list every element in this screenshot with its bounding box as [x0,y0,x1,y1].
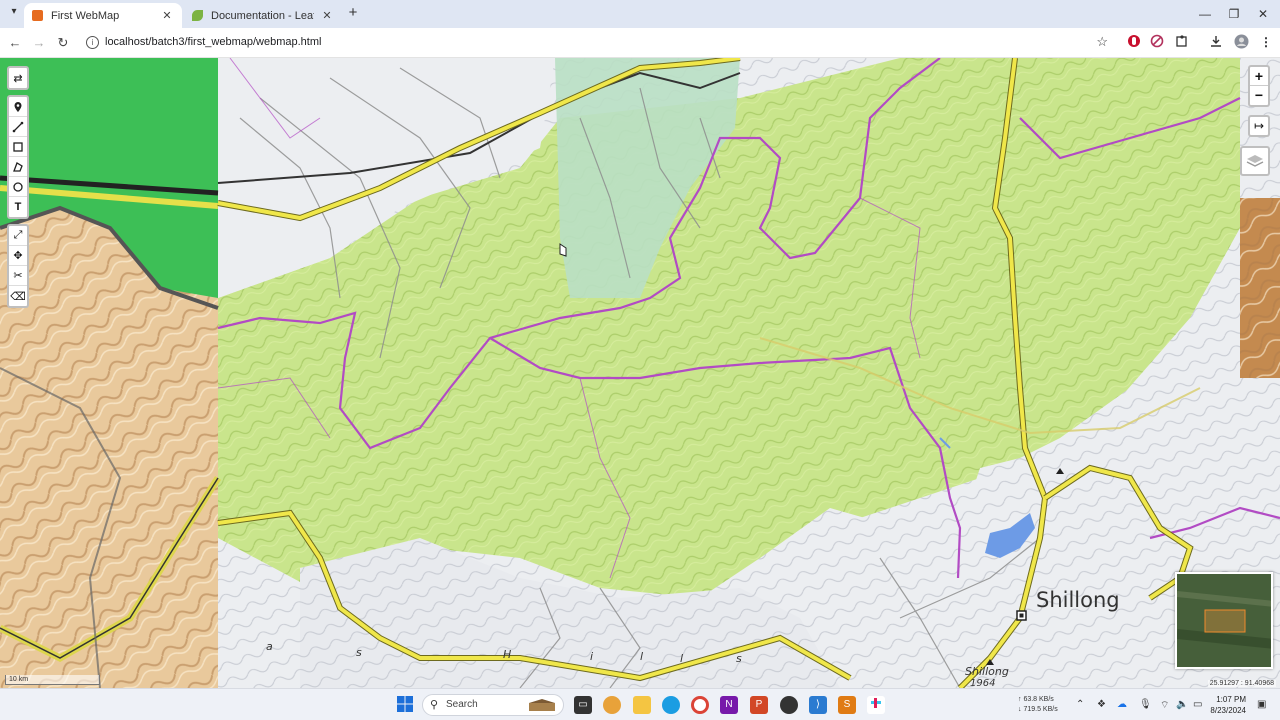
range-letter: s [736,652,742,665]
minimap-satellite [1177,574,1271,667]
layers-icon[interactable] [1240,146,1270,176]
task-view-icon[interactable]: ▭ [574,696,592,714]
city-label: Shillong [1036,588,1120,612]
polygon-icon[interactable] [9,157,27,177]
polyline-icon[interactable] [9,117,27,137]
search-highlight-icon [529,699,555,711]
file-explorer-icon[interactable] [633,696,651,714]
dropbox-icon[interactable]: ❖ [1097,699,1106,710]
star-icon[interactable]: ☆ [1096,34,1108,50]
zoom-in-button[interactable]: + [1250,67,1268,86]
notification-icon[interactable]: ▣ [1257,699,1266,710]
clock-date: 8/23/2024 [1210,706,1246,715]
onedrive-cloud-icon[interactable]: ☁ [1117,699,1127,710]
map-favicon-icon [32,10,43,21]
chevron-down-icon[interactable]: ▾ [6,6,22,22]
peak-label: Shillong [965,665,1009,678]
cut-icon[interactable]: ✂ [9,266,27,286]
github-icon[interactable] [780,696,798,714]
clock-time: 1:07 PM [1216,695,1246,704]
info-icon[interactable]: i [86,36,99,49]
minimap[interactable] [1175,572,1273,669]
slack-icon[interactable] [867,696,885,714]
swap-icon[interactable]: ⇄ [9,68,27,88]
tab-title: Documentation - Leaflet - a Jav [211,9,314,22]
extension-red-icon[interactable] [1126,34,1142,50]
profile-avatar-icon[interactable] [1233,34,1249,50]
eraser-icon[interactable]: ⌫ [9,286,27,306]
powerpoint-icon[interactable]: P [750,696,768,714]
puzzle-icon[interactable] [1174,34,1190,50]
reload-icon[interactable]: ↻ [54,34,72,52]
copilot-icon[interactable] [603,696,621,714]
address-bar[interactable]: i localhost/batch3/first_webmap/webmap.h… [78,31,1114,55]
mouse-coordinates: 25.91297 : 91.40968 [1207,680,1276,687]
circle-icon[interactable] [9,177,27,197]
onenote-icon[interactable]: N [720,696,738,714]
range-letter: l [680,652,684,665]
windows-taskbar: ⚲ Search ▭ N P ⟩ S ↑ 63.8 KB/s ↓ 719.5 K… [0,688,1280,720]
arrow-right-icon[interactable]: → [30,34,48,52]
vscode-icon[interactable]: ⟩ [809,696,827,714]
marker-icon[interactable] [9,97,27,117]
range-letter: l [640,650,644,663]
new-tab-plus-icon[interactable]: + [345,5,361,21]
zoom-out-button[interactable]: − [1250,86,1268,105]
battery-icon[interactable]: ▭ [1193,699,1202,710]
search-placeholder: Search [446,699,478,710]
download-icon[interactable] [1208,34,1224,50]
chevron-up-icon[interactable]: ⌃ [1076,699,1084,710]
microphone-icon[interactable]: 🎙 [1139,699,1152,710]
chrome-icon[interactable] [691,696,709,714]
tab-first-webmap[interactable]: First WebMap ✕ [24,3,182,28]
draw-toggle-bar: ⇄ [7,66,29,90]
sublime-icon[interactable]: S [838,696,856,714]
network-download-speed: ↓ 719.5 KB/s [1018,706,1058,713]
system-clock[interactable]: 1:07 PM 8/23/2024 [1210,694,1246,716]
zoom-control: + − [1248,65,1270,107]
text-icon[interactable]: T [9,197,27,217]
close-icon[interactable]: ✕ [320,9,334,22]
leaf-favicon-icon [192,10,203,21]
url-text[interactable]: localhost/batch3/first_webmap/webmap.htm… [105,36,321,48]
browser-tab-bar: ▾ First WebMap ✕ Documentation - Leaflet… [0,0,1280,28]
expand-arrow-icon[interactable]: ↦ [1248,115,1270,137]
edit-tools-bar: ⤢ ✥ ✂ ⌫ [7,224,29,308]
windows-start-icon[interactable] [396,696,414,714]
network-upload-speed: ↑ 63.8 KB/s [1018,696,1054,703]
tab-leaflet-docs[interactable]: Documentation - Leaflet - a Jav ✕ [184,3,342,28]
range-letter: H [503,648,512,661]
restore-icon[interactable]: ❐ [1219,4,1249,24]
range-letter: i [590,650,594,663]
range-letter: s [356,646,362,659]
browser-toolbar: ← → ↻ i localhost/batch3/first_webmap/we… [0,28,1280,58]
wifi-icon[interactable]: ⌔ [1160,699,1169,712]
tab-title: First WebMap [51,9,120,22]
edge-icon[interactable] [662,696,680,714]
rectangle-icon[interactable] [9,137,27,157]
scale-bar: 10 km [5,675,100,685]
search-icon: ⚲ [430,699,439,711]
block-extension-icon[interactable] [1149,34,1165,50]
minimize-icon[interactable]: — [1190,4,1220,24]
taskbar-search[interactable]: ⚲ Search [422,694,564,716]
move-icon[interactable]: ✥ [9,246,27,266]
arrow-left-icon[interactable]: ← [6,34,24,52]
window-close-icon[interactable]: ✕ [1248,4,1278,24]
volume-icon[interactable]: 🔈 [1176,699,1188,710]
kebab-menu-icon[interactable]: ⋮ [1258,34,1274,50]
draw-tools-bar: T [7,95,29,219]
range-letter: a [266,640,273,653]
leaflet-map[interactable]: Shillong Shillong 1964 a s H i l l s ⇄ T… [0,58,1280,688]
close-icon[interactable]: ✕ [160,9,174,22]
peak-elevation: 1964 [970,678,996,688]
rotate-icon[interactable]: ⤢ [9,226,27,246]
